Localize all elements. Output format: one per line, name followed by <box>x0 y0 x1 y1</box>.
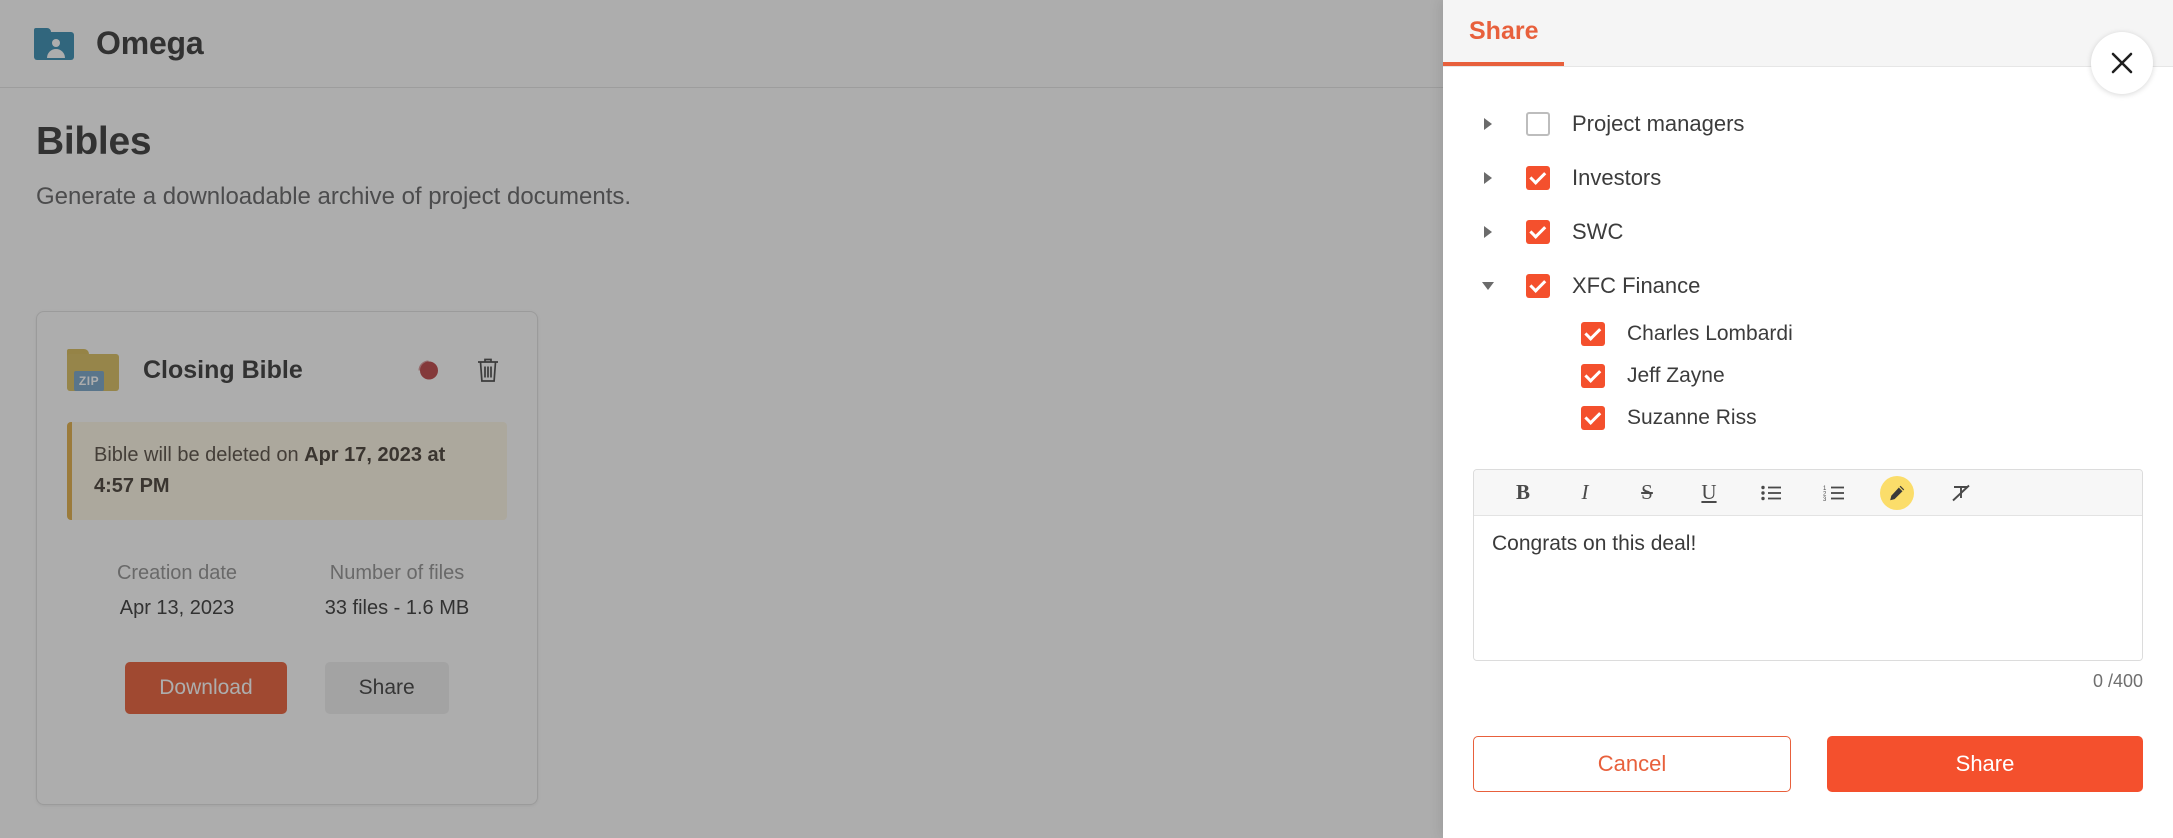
tree-row[interactable]: Charles Lombardi <box>1473 313 2173 355</box>
tree-row-label: Jeff Zayne <box>1627 364 1725 387</box>
editor-toolbar: B I S U 1 2 3 <box>1474 470 2142 516</box>
tree-row[interactable]: Jeff Zayne <box>1473 355 2173 397</box>
svg-text:3: 3 <box>1823 497 1827 501</box>
checkbox-unchecked[interactable] <box>1526 112 1550 136</box>
message-textarea[interactable]: Congrats on this deal! <box>1474 516 2142 660</box>
checkbox-checked[interactable] <box>1581 322 1605 346</box>
clear-formatting-icon[interactable] <box>1946 478 1976 508</box>
chevron-right-icon[interactable] <box>1473 163 1503 193</box>
app-root: Omega Bibles Generate a downloadable arc… <box>0 0 2173 838</box>
chevron-right-icon[interactable] <box>1473 217 1503 247</box>
tree-row-label: SWC <box>1572 219 1624 244</box>
recipient-tree: Project managers Investors SWC XFC Finan… <box>1443 67 2173 439</box>
italic-icon[interactable]: I <box>1570 478 1600 508</box>
tree-row[interactable]: XFC Finance <box>1473 259 2173 313</box>
tree-row[interactable]: Investors <box>1473 151 2173 205</box>
checkbox-checked[interactable] <box>1526 274 1550 298</box>
share-panel-buttons: Cancel Share <box>1473 736 2143 792</box>
cancel-button[interactable]: Cancel <box>1473 736 1791 792</box>
tree-row[interactable]: Suzanne Riss <box>1473 397 2173 439</box>
bulleted-list-icon[interactable] <box>1756 478 1786 508</box>
message-editor: B I S U 1 2 3 Congrats on this deal! <box>1473 469 2143 661</box>
tree-row-label: Investors <box>1572 165 1662 190</box>
chevron-down-icon[interactable] <box>1473 271 1503 301</box>
strikethrough-icon[interactable]: S <box>1632 478 1662 508</box>
checkbox-checked[interactable] <box>1526 166 1550 190</box>
close-icon[interactable] <box>2091 32 2153 94</box>
tab-share[interactable]: Share <box>1443 0 1565 66</box>
share-submit-button[interactable]: Share <box>1827 736 2143 792</box>
chevron-right-icon[interactable] <box>1473 109 1503 139</box>
tree-row[interactable]: Project managers <box>1473 97 2173 151</box>
bold-icon[interactable]: B <box>1508 478 1538 508</box>
checkbox-checked[interactable] <box>1526 220 1550 244</box>
tree-row-label: Charles Lombardi <box>1627 322 1793 345</box>
share-panel: Share Project managers Investors SWC XFC… <box>1443 0 2173 838</box>
tree-row-label: Suzanne Riss <box>1627 406 1757 429</box>
character-counter: 0 /400 <box>2092 671 2143 691</box>
tree-row-label: XFC Finance <box>1572 273 1701 298</box>
checkbox-checked[interactable] <box>1581 364 1605 388</box>
underline-icon[interactable]: U <box>1694 478 1724 508</box>
numbered-list-icon[interactable]: 1 2 3 <box>1818 478 1848 508</box>
share-panel-tabbar: Share <box>1443 0 2173 67</box>
checkbox-checked[interactable] <box>1581 406 1605 430</box>
tree-row-label: Project managers <box>1572 111 1745 136</box>
tree-row[interactable]: SWC <box>1473 205 2173 259</box>
highlighter-icon[interactable] <box>1880 475 1914 510</box>
modal-overlay[interactable] <box>0 0 1443 838</box>
